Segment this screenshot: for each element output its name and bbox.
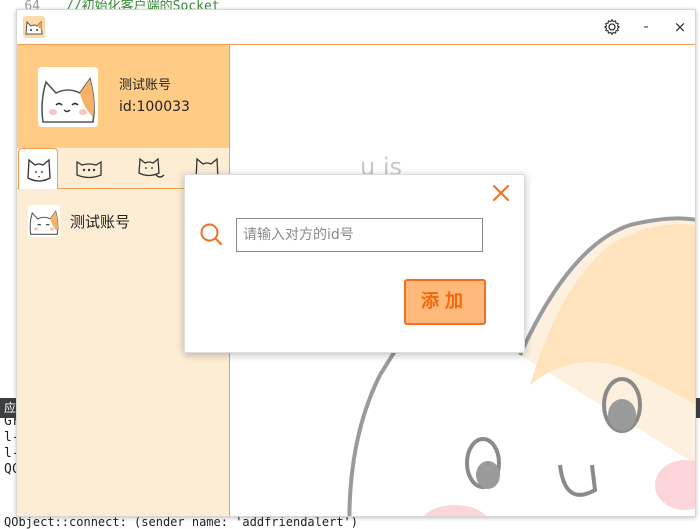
contact-avatar — [28, 205, 60, 237]
tab-chats[interactable] — [69, 148, 109, 188]
ide-output-line: QObject::connect: (sender name: 'addfrie… — [4, 515, 359, 529]
search-icon — [199, 222, 223, 246]
profile-name: 测试账号 — [119, 78, 172, 93]
tab-groups[interactable] — [131, 148, 171, 188]
app-logo-icon — [23, 16, 45, 38]
chat-cat-icon — [76, 160, 102, 179]
cat-face-icon — [27, 158, 51, 182]
profile-card: 测试账号 id:100033 — [17, 45, 229, 148]
titlebar[interactable]: - × — [17, 10, 695, 45]
add-friend-dialog: 添加 — [184, 174, 525, 353]
cat-avatar-icon — [38, 67, 98, 127]
gear-icon — [604, 18, 620, 36]
cat-group-icon — [138, 157, 165, 178]
avatar[interactable] — [38, 67, 98, 127]
close-icon — [493, 185, 509, 201]
friend-id-input[interactable] — [236, 218, 483, 252]
settings-button[interactable] — [601, 16, 623, 38]
close-button[interactable]: × — [669, 16, 691, 38]
dialog-close-button[interactable] — [489, 181, 513, 205]
profile-id: id:100033 — [119, 99, 190, 115]
cat-avatar-icon — [28, 205, 60, 237]
minimize-button[interactable]: - — [635, 16, 657, 38]
tab-contacts[interactable] — [18, 148, 58, 189]
add-friend-button[interactable]: 添加 — [404, 279, 486, 325]
contact-name: 测试账号 — [70, 213, 131, 231]
